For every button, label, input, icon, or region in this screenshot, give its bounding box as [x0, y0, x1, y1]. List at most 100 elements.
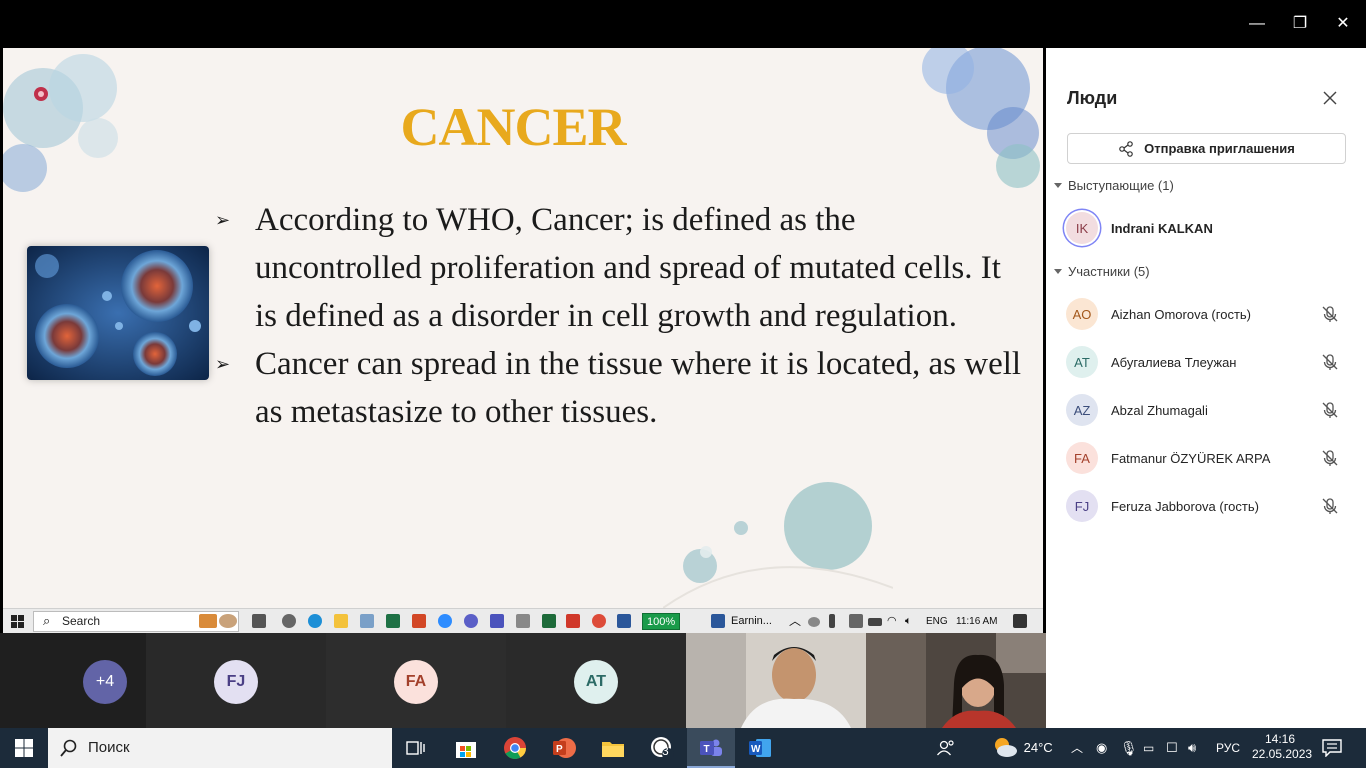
send-invite-button[interactable]: Отправка приглашения — [1067, 133, 1346, 164]
camera-feed-tile[interactable] — [866, 633, 1046, 728]
participant-item[interactable]: AT Абугалиева Тлеужан — [1066, 343, 1356, 381]
taskbar-word[interactable]: W — [736, 728, 784, 768]
remote-explorer-icon — [334, 614, 348, 628]
mic-muted-icon — [1322, 450, 1338, 466]
remote-tray-chevron-icon: ︿ — [789, 614, 802, 628]
video-tile[interactable]: FJ — [146, 633, 326, 728]
participants-header: Участники (5) — [1068, 264, 1150, 279]
participants-section-toggle[interactable]: Участники (5) — [1054, 264, 1150, 279]
remote-cloud-icon — [808, 617, 820, 627]
windows-logo-icon — [15, 739, 33, 757]
window-titlebar: — ❐ ✕ — [0, 0, 1366, 48]
participant-name: Abzal Zhumagali — [1111, 402, 1208, 418]
shared-screen: CANCER ➢ According to WHO, Cancer; is de… — [3, 48, 1043, 633]
chevron-down-icon — [1054, 183, 1062, 188]
remote-search-highlight-icon — [219, 614, 237, 628]
remote-battery-icon — [868, 618, 882, 626]
tray-meeting-icon[interactable]: ◉ — [1096, 728, 1107, 768]
cancer-cells-image — [27, 246, 209, 380]
taskbar-file-explorer[interactable] — [589, 728, 637, 768]
remote-chrome-icon — [592, 614, 606, 628]
slide-bullet-list: ➢ According to WHO, Cancer; is defined a… — [213, 196, 1023, 436]
chevron-down-icon — [1054, 269, 1062, 274]
volume-icon[interactable]: 🔊︎ — [1188, 728, 1196, 768]
clock-time: 14:16 — [1264, 732, 1296, 746]
close-button[interactable]: ✕ — [1331, 10, 1355, 38]
avatar: FA — [1066, 442, 1098, 474]
remote-notification-icon — [1013, 614, 1027, 628]
svg-text:T: T — [704, 744, 710, 755]
share-icon — [1119, 140, 1133, 157]
avatar: AT — [574, 660, 618, 704]
remote-search-icon: ⌕ — [43, 613, 51, 628]
taskbar-teams[interactable]: T — [687, 728, 735, 768]
tray-expand-button[interactable]: ︿ — [1071, 728, 1083, 768]
word-icon: W — [749, 739, 771, 757]
mic-muted-icon — [1322, 354, 1338, 370]
taskbar-store[interactable] — [442, 728, 490, 768]
remote-windows-logo-icon — [11, 615, 24, 628]
people-panel: Люди Отправка приглашения Выступающие (1… — [1046, 48, 1366, 728]
participant-item[interactable]: AZ Abzal Zhumagali — [1066, 391, 1356, 429]
video-tile[interactable]: AT — [506, 633, 686, 728]
participant-item[interactable]: FJ Feruza Jabborova (гость) — [1066, 487, 1356, 525]
screen: — ❐ ✕ CANCER ➢ According to WHO, Cancer;… — [0, 0, 1366, 768]
taskbar-chrome[interactable] — [491, 728, 539, 768]
participant-item[interactable]: AO Aizhan Omorova (гость) — [1066, 295, 1356, 333]
svg-text:P: P — [556, 744, 563, 755]
temperature: 24°C — [1023, 740, 1053, 755]
network-icon[interactable]: ☐ — [1166, 728, 1178, 768]
remote-wifi-icon: ◠ — [887, 615, 897, 627]
remote-app-icon — [516, 614, 530, 628]
task-view-button[interactable] — [392, 728, 440, 768]
slide-bullet: ➢ According to WHO, Cancer; is defined a… — [213, 196, 1023, 340]
task-view-icon — [406, 741, 425, 755]
remote-search-highlight-icon — [199, 614, 217, 628]
taskbar-powerpoint[interactable]: P — [540, 728, 588, 768]
remote-word-icon — [617, 614, 631, 628]
mic-muted-icon — [1322, 402, 1338, 418]
taskbar-clock[interactable]: 14:16 22.05.2023 — [1252, 728, 1312, 768]
remote-app-icon — [464, 614, 478, 628]
remote-task-view-icon — [252, 614, 266, 628]
input-language[interactable]: РУС — [1216, 728, 1240, 768]
participant-item[interactable]: FA Fatmanur ÖZYÜREK ARPA — [1066, 439, 1356, 477]
arrow-bullet-icon: ➢ — [215, 210, 231, 230]
remote-app-icon — [542, 614, 556, 628]
overflow-participants-tile[interactable]: +4 — [0, 633, 146, 728]
close-panel-button[interactable] — [1318, 86, 1342, 110]
presenters-section-toggle[interactable]: Выступающие (1) — [1054, 178, 1174, 193]
weather-widget[interactable]: 24°C — [992, 728, 1053, 768]
weather-sun-cloud-icon — [995, 738, 1017, 758]
remote-edge-icon — [308, 614, 322, 628]
presenter-item[interactable]: IK Indrani KALKAN — [1066, 209, 1356, 247]
taskbar-app-badge[interactable]: 3 — [638, 728, 686, 768]
taskbar-search-box[interactable]: Поиск — [48, 728, 392, 768]
remote-search-label: Search — [62, 614, 101, 628]
action-center-button[interactable] — [1322, 728, 1342, 768]
remote-excel-icon — [386, 614, 400, 628]
arrow-bullet-icon: ➢ — [215, 354, 231, 374]
windows-taskbar: Поиск P 3 T W 24°C ︿ ◉ 🎙︎ ▭ ☐ 🔊︎ РУС 14:… — [0, 728, 1366, 768]
avatar: FA — [394, 660, 438, 704]
participant-name: Fatmanur ÖZYÜREK ARPA — [1111, 450, 1271, 466]
maximize-button[interactable]: ❐ — [1288, 10, 1312, 38]
slide-title: CANCER — [400, 97, 626, 157]
close-icon — [1323, 91, 1337, 105]
battery-icon[interactable]: ▭ — [1143, 728, 1154, 768]
start-button[interactable] — [0, 728, 48, 768]
camera-feed-tile[interactable] — [686, 633, 866, 728]
remote-volume-icon: 🔈︎ — [905, 615, 912, 627]
microphone-icon[interactable]: 🎙︎ — [1120, 728, 1138, 768]
bullet-text: Cancer can spread in the tissue where it… — [255, 346, 1022, 430]
avatar: AT — [1066, 346, 1098, 378]
remote-mic-icon — [829, 614, 835, 628]
store-icon — [456, 742, 476, 758]
powerpoint-icon: P — [553, 738, 576, 758]
minimize-button[interactable]: — — [1245, 10, 1269, 38]
people-tray-button[interactable] — [936, 728, 956, 768]
avatar: AO — [1066, 298, 1098, 330]
remote-app-icon — [360, 614, 374, 628]
video-tile[interactable]: FA — [326, 633, 506, 728]
remote-tray-icon — [849, 614, 863, 628]
